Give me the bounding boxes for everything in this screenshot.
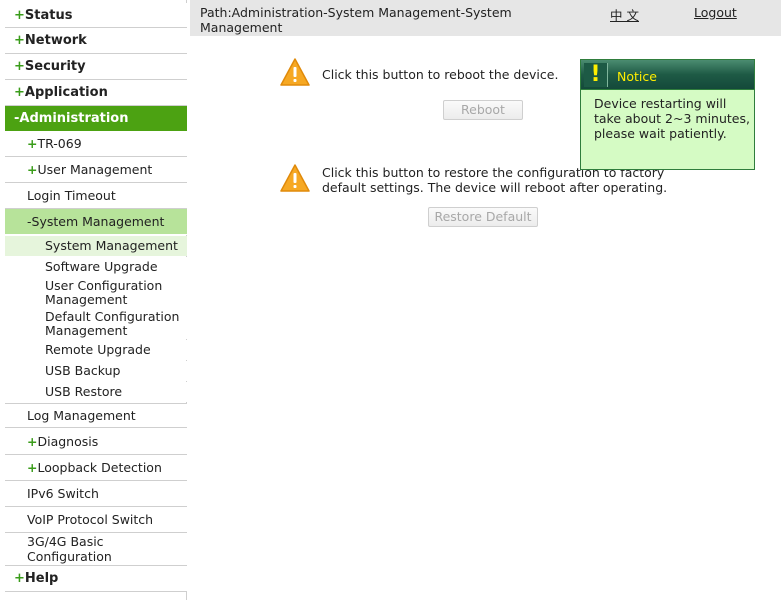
logout-link[interactable]: Logout [694,5,737,20]
submenu-log-management-label: Log Management [27,408,136,423]
expand-plus-icon: + [14,85,25,100]
menu-help-label: Help [24,571,59,586]
reboot-description: Click this button to reboot the device. [322,67,559,82]
leaf-default-configuration-management-label: Default Configuration Management [45,308,180,338]
leaf-system-management[interactable]: System Management [5,236,187,256]
notice-message: Device restarting will take about 2~3 mi… [594,96,750,141]
leaf-usb-backup[interactable]: USB Backup [5,361,187,381]
exclamation-icon: ! [584,63,608,87]
submenu-diagnosis[interactable]: + Diagnosis [5,428,187,455]
leaf-remote-upgrade-label: Remote Upgrade [45,342,151,357]
restore-default-button[interactable]: Restore Default [428,207,538,227]
submenu-voip-protocol-switch-label: VoIP Protocol Switch [27,512,154,527]
menu-help[interactable]: + Help [5,566,187,592]
submenu-login-timeout-label: Login Timeout [27,188,116,203]
submenu-login-timeout[interactable]: Login Timeout [5,183,187,209]
menu-network[interactable]: + Network [5,28,187,54]
expand-plus-icon: + [27,136,38,151]
leaf-user-configuration-management[interactable]: User Configuration Management [5,277,187,308]
expand-plus-icon: + [27,162,38,177]
breadcrumb: Path:Administration-System Management-Sy… [200,5,512,35]
leaf-usb-restore-label: USB Restore [45,384,123,399]
menu-network-label: Network [24,33,87,48]
submenu-loopback-detection-label: Loopback Detection [37,460,162,475]
leaf-software-upgrade-label: Software Upgrade [45,259,158,274]
submenu-tr069-label: TR-069 [37,136,82,151]
submenu-log-management[interactable]: Log Management [5,403,187,428]
menu-security[interactable]: + Security [5,54,187,80]
menu-application[interactable]: + Application [5,80,187,106]
submenu-ipv6-switch-label: IPv6 Switch [27,486,99,501]
header-bar: Path:Administration-System Management-Sy… [190,0,781,36]
leaf-software-upgrade[interactable]: Software Upgrade [5,257,187,277]
menu-security-label: Security [24,59,86,74]
warning-icon [280,164,310,192]
submenu-3g4g-basic-configuration[interactable]: 3G/4G Basic Configuration [5,533,187,566]
expand-plus-icon: + [27,460,38,475]
submenu-loopback-detection[interactable]: + Loopback Detection [5,455,187,481]
submenu-user-management-label: User Management [37,162,153,177]
menu-status[interactable]: + Status [5,3,187,28]
leaf-usb-restore[interactable]: USB Restore [5,382,187,402]
reboot-button[interactable]: Reboot [443,100,523,120]
notice-title: Notice [617,69,657,84]
submenu-tr069[interactable]: + TR-069 [5,131,187,157]
submenu-ipv6-switch[interactable]: IPv6 Switch [5,481,187,507]
warning-icon [280,58,310,86]
leaf-default-configuration-management[interactable]: Default Configuration Management [5,308,187,339]
submenu-system-management-label: System Management [31,214,165,229]
menu-application-label: Application [24,85,108,100]
notice-popup: ! Notice Device restarting will take abo… [580,59,755,170]
submenu-voip-protocol-switch[interactable]: VoIP Protocol Switch [5,507,187,533]
sidebar-menu: + Status + Network + Security + Application … [5,0,187,600]
expand-plus-icon: + [14,59,25,74]
leaf-remote-upgrade[interactable]: Remote Upgrade [5,340,187,360]
leaf-system-management-label: System Management [45,238,178,253]
language-link[interactable]: 中 文 [610,5,639,24]
menu-administration-label: Administration [19,110,129,126]
submenu-user-management[interactable]: + User Management [5,157,187,183]
menu-status-label: Status [24,7,73,23]
expand-plus-icon: + [27,433,38,449]
expand-plus-icon: + [14,33,25,48]
leaf-user-configuration-management-label: User Configuration Management [45,277,163,307]
notice-header: ! Notice [581,60,754,90]
submenu-system-management[interactable]: - System Management [5,209,187,235]
menu-administration[interactable]: - Administration [5,106,187,131]
expand-plus-icon: + [14,571,25,586]
expand-plus-icon: + [14,7,25,23]
submenu-diagnosis-label: Diagnosis [37,433,99,449]
leaf-usb-backup-label: USB Backup [45,363,121,378]
submenu-3g4g-basic-configuration-label: 3G/4G Basic Configuration [27,534,112,564]
